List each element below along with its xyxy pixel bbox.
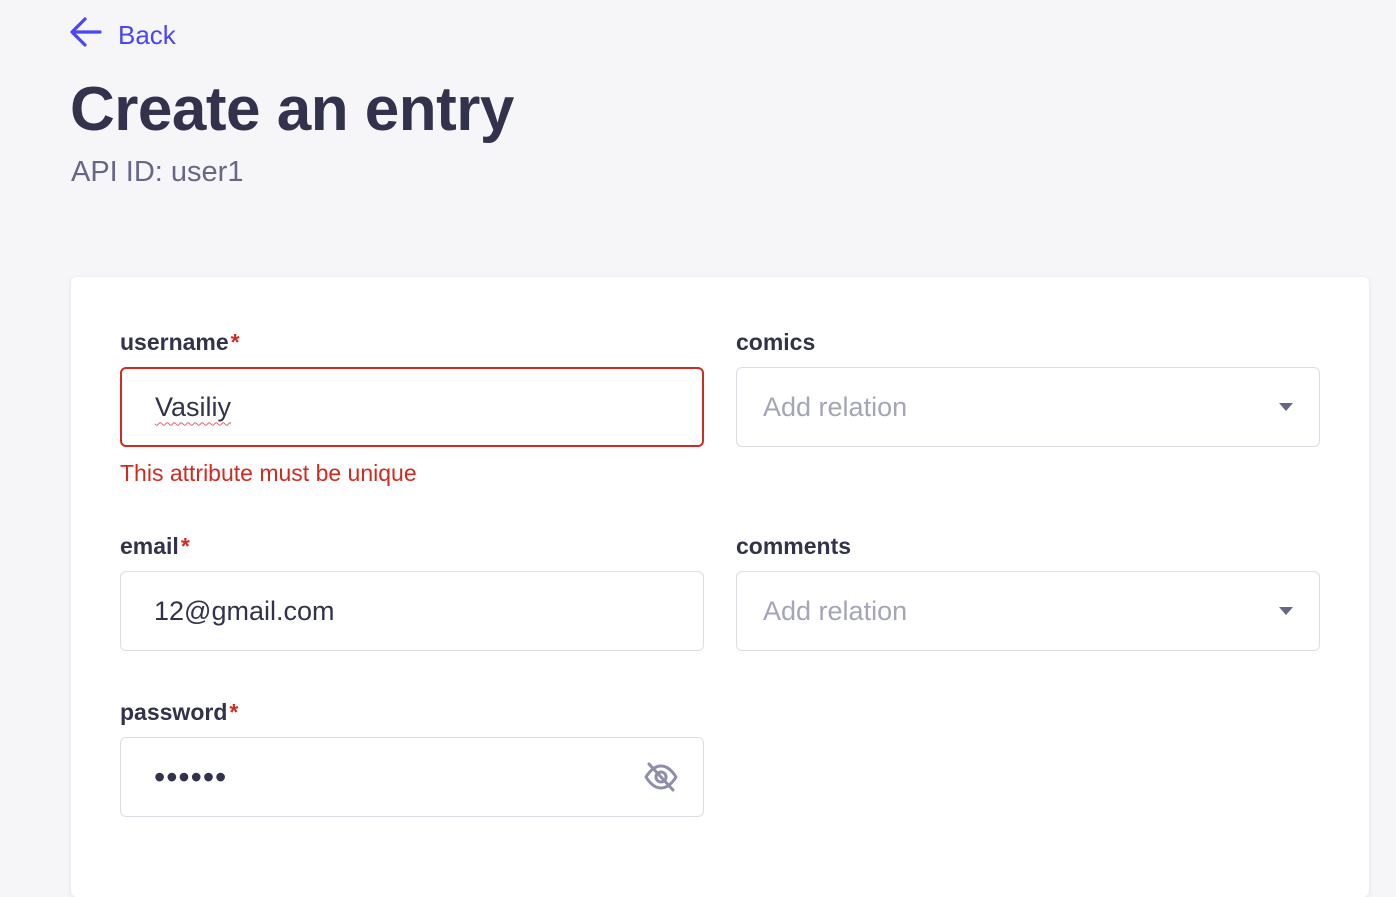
email-field-group: email * 12@gmail.com — [120, 531, 704, 651]
password-input[interactable]: •••••• — [120, 737, 704, 817]
comics-placeholder: Add relation — [763, 391, 908, 422]
password-field-group: password * •••••• — [120, 697, 704, 817]
email-input[interactable]: 12@gmail.com — [120, 571, 704, 651]
username-input[interactable]: Vasiliy — [120, 367, 704, 447]
comments-label: comments — [736, 532, 852, 559]
page-subtitle: API ID: user1 — [71, 156, 244, 188]
required-marker: * — [229, 698, 239, 725]
comments-field-group: comments Add relation — [736, 531, 1320, 651]
back-label: Back — [118, 20, 176, 50]
comments-placeholder: Add relation — [763, 595, 908, 626]
comments-relation-select[interactable]: Add relation — [736, 571, 1320, 651]
caret-down-icon — [1279, 403, 1293, 411]
back-link[interactable]: Back — [68, 14, 176, 57]
email-value: 12@gmail.com — [154, 595, 335, 626]
page-title: Create an entry — [70, 75, 514, 144]
eye-off-icon[interactable] — [643, 759, 679, 795]
entry-form-card: username * Vasiliy This attribute must be… — [71, 277, 1369, 897]
username-value: Vasiliy — [155, 391, 232, 422]
caret-down-icon — [1279, 607, 1293, 615]
required-marker: * — [230, 328, 240, 355]
password-masked-value: •••••• — [154, 758, 228, 795]
comics-field-group: comics Add relation — [736, 327, 1320, 447]
username-field-group: username * Vasiliy This attribute must be… — [120, 327, 704, 487]
email-label: email * — [120, 532, 190, 559]
comics-label: comics — [736, 328, 816, 355]
arrow-left-icon — [68, 14, 104, 57]
username-error-message: This attribute must be unique — [120, 460, 417, 486]
password-label: password * — [120, 698, 239, 725]
required-marker: * — [180, 532, 190, 559]
comics-relation-select[interactable]: Add relation — [736, 367, 1320, 447]
username-label: username * — [120, 328, 240, 355]
